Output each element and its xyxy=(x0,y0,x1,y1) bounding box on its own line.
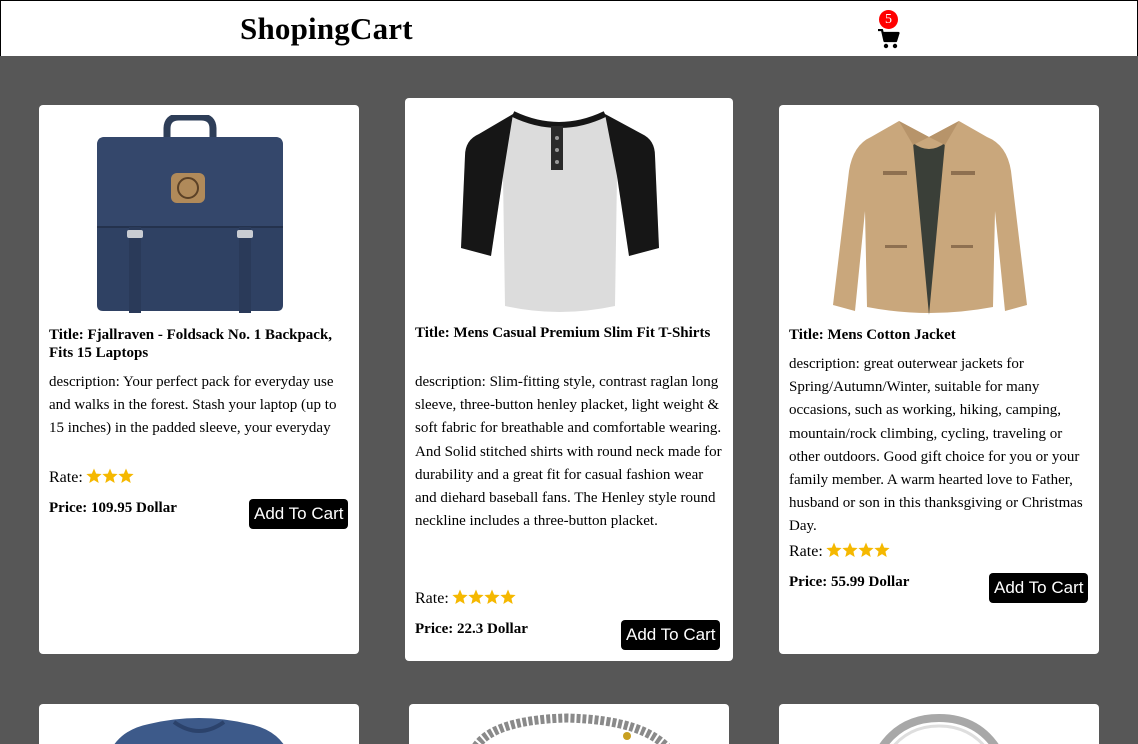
star-icons xyxy=(86,468,134,483)
product-rating: Rate: xyxy=(789,542,890,564)
site-logo[interactable]: ShopingCart xyxy=(240,11,413,47)
star-icon xyxy=(858,542,874,557)
product-rating: Rate: xyxy=(49,468,134,490)
shopping-cart-icon xyxy=(878,29,900,49)
star-icon xyxy=(826,542,842,557)
rate-label: Rate: xyxy=(789,543,823,560)
star-icons xyxy=(452,589,516,604)
product-card: Title: Mens Cotton Jacket description: g… xyxy=(779,105,1099,654)
product-title: Title: Fjallraven - Foldsack No. 1 Backp… xyxy=(49,327,333,361)
product-image-jacket[interactable] xyxy=(829,115,1029,315)
product-description: description: Your perfect pack for every… xyxy=(49,374,337,437)
product-image-ring[interactable] xyxy=(859,712,1019,744)
star-icon xyxy=(842,542,858,557)
product-image-shirt[interactable] xyxy=(99,714,299,744)
product-card xyxy=(409,704,729,744)
star-icon xyxy=(102,468,118,483)
product-card xyxy=(779,704,1099,744)
star-icon xyxy=(500,589,516,604)
rating-stars xyxy=(452,589,516,611)
product-image-backpack[interactable] xyxy=(89,115,291,315)
product-title: Title: Mens Cotton Jacket xyxy=(789,327,956,343)
star-icon xyxy=(452,589,468,604)
star-icon xyxy=(86,468,102,483)
rate-label: Rate: xyxy=(49,469,83,486)
star-icon xyxy=(484,589,500,604)
top-navbar: ShopingCart 5 xyxy=(0,0,1138,56)
star-icon xyxy=(468,589,484,604)
cart-button[interactable]: 5 xyxy=(877,10,901,50)
rating-stars xyxy=(86,468,134,490)
add-to-cart-button[interactable]: Add To Cart xyxy=(989,573,1089,603)
product-image-bracelet[interactable] xyxy=(467,712,677,744)
product-price: Price: 55.99 Dollar xyxy=(789,574,910,590)
add-to-cart-button[interactable]: Add To Cart xyxy=(249,499,349,529)
product-image-tshirt[interactable] xyxy=(457,106,663,316)
product-price: Price: 22.3 Dollar xyxy=(415,621,528,637)
product-card: Title: Fjallraven - Foldsack No. 1 Backp… xyxy=(39,105,359,654)
product-card xyxy=(39,704,359,744)
product-title: Title: Mens Casual Premium Slim Fit T-Sh… xyxy=(415,325,711,341)
cart-count-badge: 5 xyxy=(879,10,898,29)
star-icons xyxy=(826,542,890,557)
rating-stars xyxy=(826,542,890,564)
rate-label: Rate: xyxy=(415,590,449,607)
product-rating: Rate: xyxy=(415,589,516,611)
star-icon xyxy=(874,542,890,557)
product-description: description: great outerwear jackets for… xyxy=(789,356,1083,535)
add-to-cart-button[interactable]: Add To Cart xyxy=(621,620,721,650)
product-description: description: Slim-fitting style, contras… xyxy=(415,374,722,530)
product-card: Title: Mens Casual Premium Slim Fit T-Sh… xyxy=(405,98,733,661)
product-price: Price: 109.95 Dollar xyxy=(49,500,177,516)
star-icon xyxy=(118,468,134,483)
